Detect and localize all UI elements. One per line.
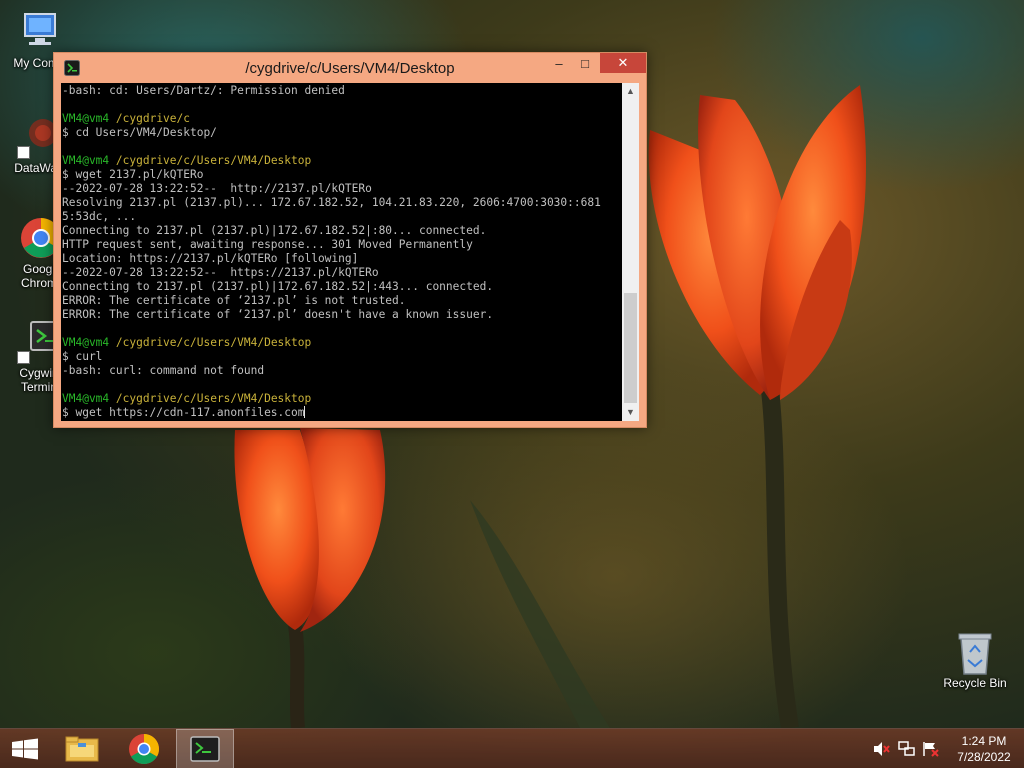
prompt-user: VM4@vm4 xyxy=(62,112,110,125)
terminal-line: ERROR: The certificate of ‘2137.pl’ is n… xyxy=(62,294,406,307)
terminal-line: VM4@vm4 /cygdrive/c xyxy=(62,112,622,126)
taskbar-clock[interactable]: 1:24 PM 7/28/2022 xyxy=(944,733,1024,765)
folder-icon xyxy=(65,736,99,762)
terminal-line: Resolving 2137.pl (2137.pl)... 172.67.18… xyxy=(62,196,601,209)
terminal-line: $ wget 2137.pl/kQTERo xyxy=(62,168,204,181)
windows-logo-icon xyxy=(12,738,38,760)
desktop: My Comp DataWag Googl Chrom Cygwin Termi… xyxy=(0,0,1024,768)
terminal-line: HTTP request sent, awaiting response... … xyxy=(62,238,473,251)
prompt-path: /cygdrive/c/Users/VM4/Desktop xyxy=(115,392,312,405)
clock-date: 7/28/2022 xyxy=(957,750,1011,764)
taskbar-chrome[interactable] xyxy=(116,729,174,768)
terminal-output[interactable]: -bash: cd: Users/Dartz/: Permission deni… xyxy=(61,83,639,421)
terminal-line: Connecting to 2137.pl (2137.pl)|172.67.1… xyxy=(62,224,487,237)
maximize-button[interactable]: □ xyxy=(572,54,598,74)
cygwin-terminal-icon xyxy=(64,60,80,76)
shortcut-arrow-icon xyxy=(17,146,30,159)
speaker-muted-icon[interactable] xyxy=(872,741,890,757)
prompt-path: /cygdrive/c/Users/VM4/Desktop xyxy=(115,336,312,349)
taskbar: 1:24 PM 7/28/2022 xyxy=(0,728,1024,768)
terminal-window[interactable]: /cygdrive/c/Users/VM4/Desktop – □ ✕ -bas… xyxy=(53,52,647,428)
prompt-path: /cygdrive/c/Users/VM4/Desktop xyxy=(115,154,312,167)
scroll-up-arrow-icon[interactable]: ▲ xyxy=(622,83,639,100)
text-cursor xyxy=(304,406,306,418)
title-bar[interactable]: /cygdrive/c/Users/VM4/Desktop – □ ✕ xyxy=(54,53,646,83)
prompt-user: VM4@vm4 xyxy=(62,392,110,405)
clock-time: 1:24 PM xyxy=(961,734,1007,748)
terminal-text: -bash: cd: Users/Dartz/: Permission deni… xyxy=(62,84,622,420)
close-button[interactable]: ✕ xyxy=(600,53,646,73)
cygwin-terminal-icon xyxy=(190,736,220,762)
desktop-icon-recycle-bin[interactable]: Recycle Bin xyxy=(936,630,1014,690)
shortcut-arrow-icon xyxy=(17,351,30,364)
scroll-down-arrow-icon[interactable]: ▼ xyxy=(622,404,639,421)
terminal-current-input[interactable]: $ wget https://cdn-117.anonfiles.com xyxy=(62,406,304,419)
prompt-user: VM4@vm4 xyxy=(62,336,110,349)
network-icon[interactable] xyxy=(898,741,916,757)
terminal-line: --2022-07-28 13:22:52-- http://2137.pl/k… xyxy=(62,182,372,195)
taskbar-cygwin-terminal[interactable] xyxy=(176,729,234,768)
prompt-user: VM4@vm4 xyxy=(62,154,110,167)
window-title: /cygdrive/c/Users/VM4/Desktop xyxy=(245,60,455,77)
vertical-scrollbar[interactable]: ▲ ▼ xyxy=(622,83,639,421)
start-button[interactable] xyxy=(0,729,58,768)
terminal-line: Location: https://2137.pl/kQTERo [follow… xyxy=(62,252,359,265)
minimize-button[interactable]: – xyxy=(546,54,572,74)
terminal-line: -bash: curl: command not found xyxy=(62,364,265,377)
recycle-bin-icon xyxy=(953,630,997,675)
terminal-line: VM4@vm4 /cygdrive/c/Users/VM4/Desktop xyxy=(62,336,622,350)
terminal-line: $ cd Users/VM4/Desktop/ xyxy=(62,126,217,139)
terminal-line: -bash: cd: Users/Dartz/: Permission deni… xyxy=(62,84,345,97)
terminal-line: --2022-07-28 13:22:52-- https://2137.pl/… xyxy=(62,266,379,279)
computer-icon xyxy=(17,10,61,54)
terminal-line: VM4@vm4 /cygdrive/c/Users/VM4/Desktop xyxy=(62,392,622,406)
chrome-icon xyxy=(129,734,160,765)
prompt-path: /cygdrive/c xyxy=(115,112,190,125)
terminal-line: $ curl xyxy=(62,350,103,363)
terminal-line: 5:53dc, ... xyxy=(62,210,137,223)
terminal-input-line[interactable]: $ wget https://cdn-117.anonfiles.com xyxy=(62,406,622,420)
terminal-line: VM4@vm4 /cygdrive/c/Users/VM4/Desktop xyxy=(62,154,622,168)
action-center-flag-icon[interactable] xyxy=(922,741,940,757)
taskbar-file-explorer[interactable] xyxy=(56,729,114,768)
scroll-thumb[interactable] xyxy=(624,293,637,403)
terminal-line: Connecting to 2137.pl (2137.pl)|172.67.1… xyxy=(62,280,494,293)
terminal-line: ERROR: The certificate of ‘2137.pl’ does… xyxy=(62,308,494,321)
